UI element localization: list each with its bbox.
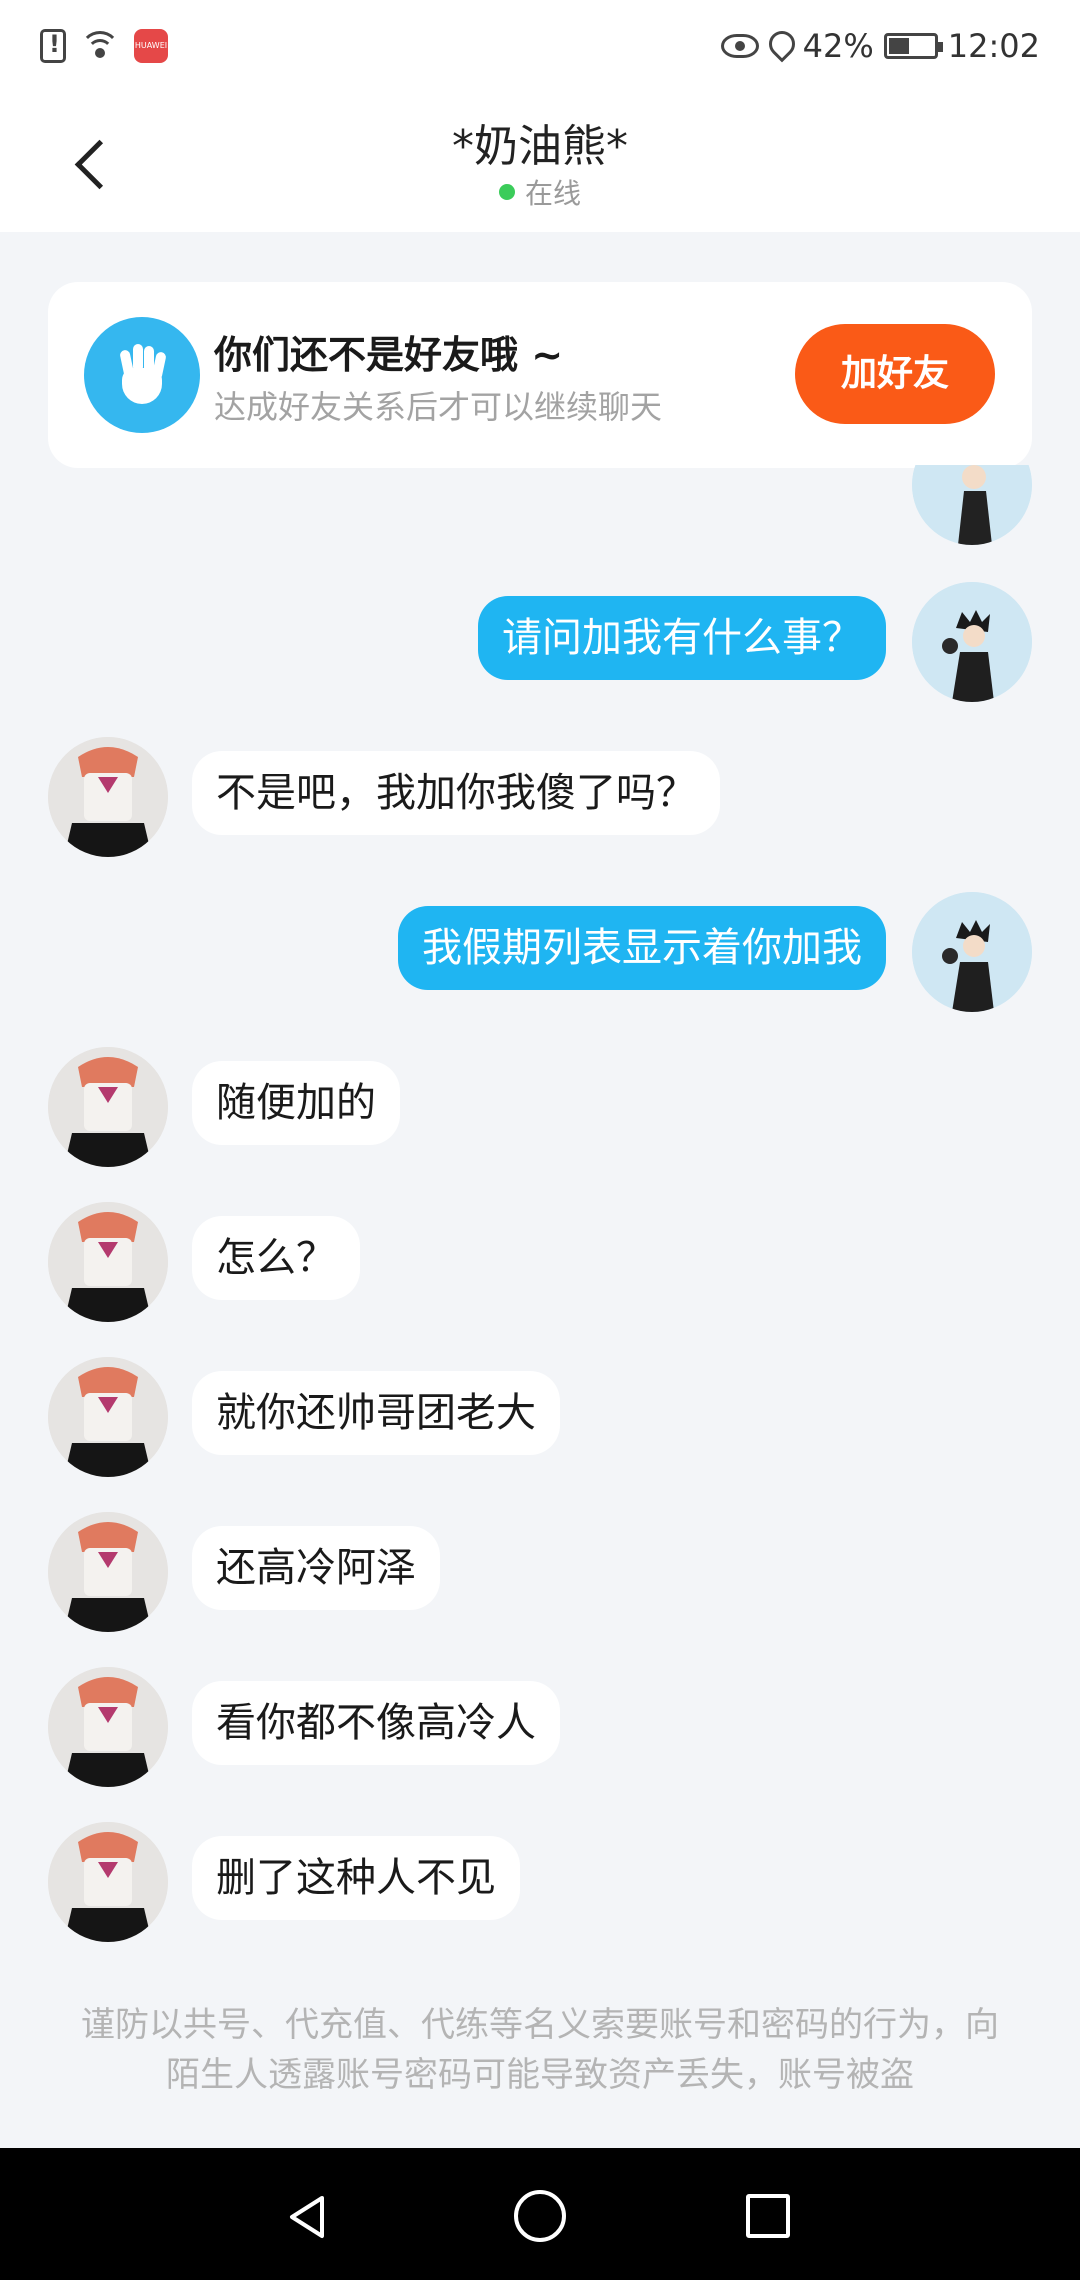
contact-avatar[interactable] bbox=[48, 1822, 168, 1942]
nav-back-icon[interactable] bbox=[282, 2192, 332, 2242]
nav-recent-apps-icon[interactable] bbox=[746, 2194, 790, 2238]
location-icon bbox=[769, 31, 793, 61]
huawei-app-icon: HUAWEI bbox=[134, 29, 168, 63]
sent-message-bubble[interactable]: 请问加我有什么事？ bbox=[478, 596, 886, 680]
contact-avatar[interactable] bbox=[48, 1357, 168, 1477]
battery-icon bbox=[883, 33, 943, 59]
self-avatar-partial[interactable] bbox=[912, 465, 1032, 547]
system-nav-bar bbox=[0, 2148, 1080, 2280]
received-message-bubble[interactable]: 就你还帅哥团老大 bbox=[192, 1371, 560, 1455]
self-avatar[interactable] bbox=[912, 892, 1032, 1012]
received-message-bubble[interactable]: 看你都不像高冷人 bbox=[192, 1681, 560, 1765]
eye-comfort-icon bbox=[720, 34, 759, 58]
online-status: 在线 bbox=[0, 172, 1080, 212]
sent-message-bubble[interactable]: 我假期列表显示着你加我 bbox=[398, 906, 886, 990]
contact-avatar[interactable] bbox=[48, 1667, 168, 1787]
contact-avatar[interactable] bbox=[48, 737, 168, 857]
wave-hand-icon bbox=[84, 317, 200, 433]
received-message-bubble[interactable]: 不是吧，我加你我傻了吗？ bbox=[192, 751, 720, 835]
clock: 12:02 bbox=[947, 27, 1040, 65]
received-message-bubble[interactable]: 怎么？ bbox=[192, 1216, 360, 1300]
status-bar: HUAWEI 42% 12:02 bbox=[0, 0, 1080, 92]
chat-title: *奶油熊* bbox=[452, 121, 628, 172]
safety-warning: 谨防以共号、代充值、代练等名义索要账号和密码的行为，向陌生人透露账号密码可能导致… bbox=[81, 2005, 999, 2095]
status-bar-left: HUAWEI bbox=[40, 29, 168, 63]
battery-percent: 42% bbox=[802, 27, 874, 65]
nav-home-icon[interactable] bbox=[514, 2190, 566, 2242]
not-friend-banner: 你们还不是好友哦 ~ 达成好友关系后才可以继续聊天 加好友 bbox=[48, 282, 1032, 468]
contact-avatar[interactable] bbox=[48, 1512, 168, 1632]
contact-avatar[interactable] bbox=[48, 1047, 168, 1167]
sim-alert-icon bbox=[40, 29, 66, 63]
chat-header: *奶油熊* 在线 bbox=[0, 92, 1080, 232]
banner-title: 你们还不是好友哦 ~ bbox=[214, 333, 564, 377]
add-friend-button[interactable]: 加好友 bbox=[795, 324, 995, 424]
status-bar-right: 42% 12:02 bbox=[720, 27, 1040, 65]
banner-subtitle: 达成好友关系后才可以继续聊天 bbox=[214, 388, 663, 426]
received-message-bubble[interactable]: 随便加的 bbox=[192, 1061, 400, 1145]
online-dot-icon bbox=[498, 184, 515, 200]
online-status-label: 在线 bbox=[524, 177, 581, 210]
contact-avatar[interactable] bbox=[48, 1202, 168, 1322]
self-avatar[interactable] bbox=[912, 582, 1032, 702]
wifi-icon bbox=[80, 31, 120, 61]
received-message-bubble[interactable]: 删了这种人不见 bbox=[192, 1836, 520, 1920]
received-message-bubble[interactable]: 还高冷阿泽 bbox=[192, 1526, 440, 1610]
